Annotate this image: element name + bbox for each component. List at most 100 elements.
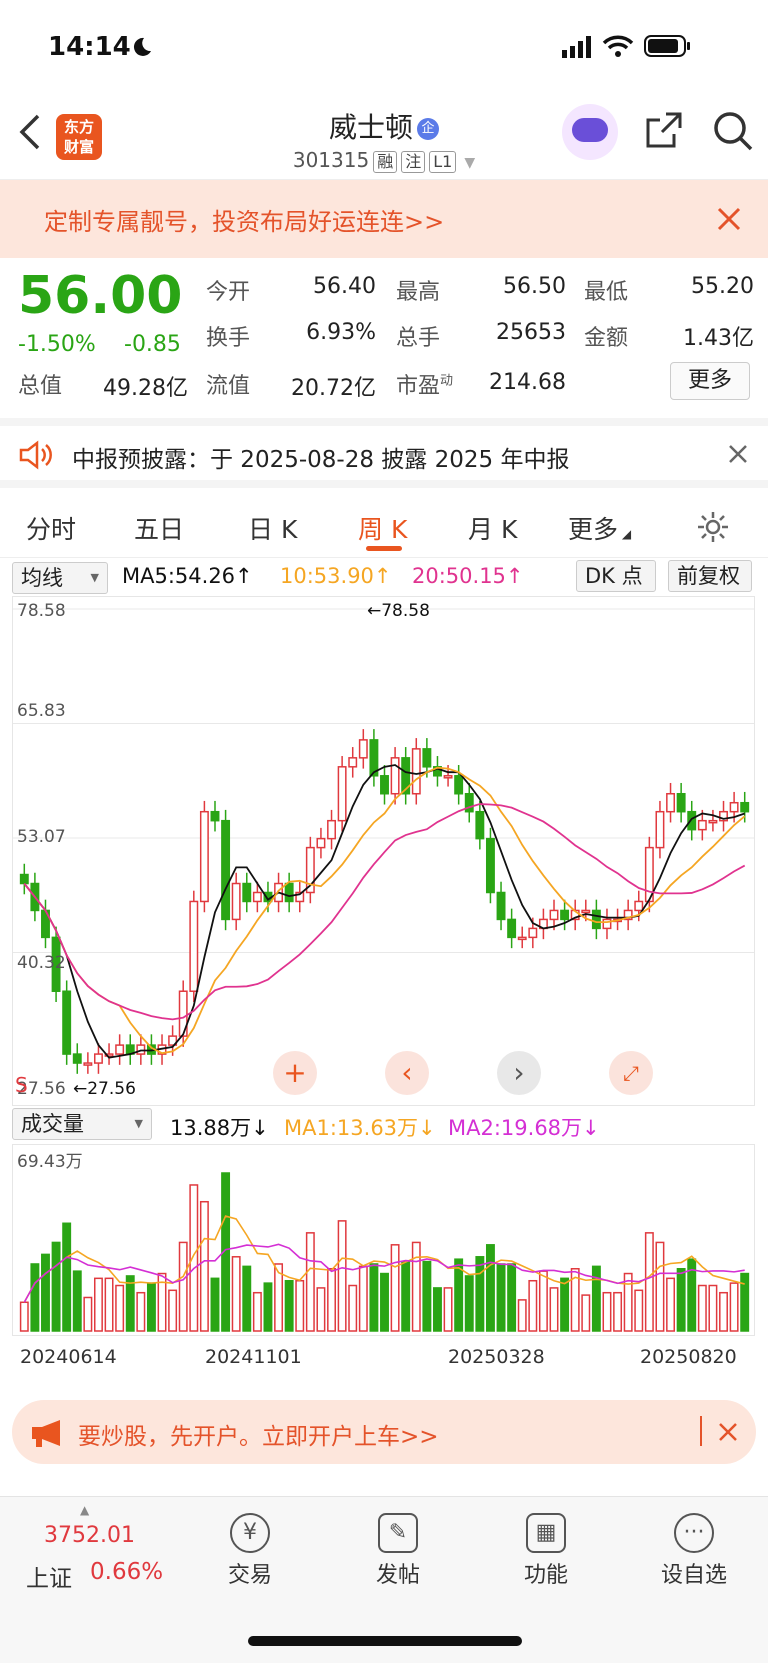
date-label: 20250820 bbox=[640, 1346, 737, 1368]
volume-bar bbox=[284, 1279, 294, 1332]
index-value[interactable]: 3752.01 bbox=[44, 1523, 135, 1548]
candle bbox=[528, 927, 538, 939]
date-label: 20241101 bbox=[205, 1346, 302, 1368]
candle bbox=[380, 775, 389, 795]
scroll-right-button[interactable]: › bbox=[497, 1051, 541, 1095]
tab-weekly-k[interactable]: 周 K bbox=[358, 510, 407, 546]
close-icon[interactable] bbox=[716, 206, 742, 232]
volume-bar bbox=[62, 1222, 72, 1332]
date-label: 20250328 bbox=[448, 1346, 545, 1368]
volume-bar bbox=[369, 1263, 379, 1332]
volume-bar bbox=[93, 1277, 103, 1332]
sell-mark: S bbox=[15, 1073, 28, 1097]
nav-functions[interactable]: ▦ 功能 bbox=[486, 1513, 606, 1589]
battery-icon bbox=[644, 35, 690, 57]
change-amount: -0.85 bbox=[124, 332, 181, 357]
quote-panel: 56.00 -1.50% -0.85 总值 49.28亿 今开 56.40 最高… bbox=[0, 258, 768, 418]
candle bbox=[337, 766, 347, 822]
date-label: 20240614 bbox=[20, 1346, 117, 1368]
volume-bar bbox=[666, 1277, 676, 1332]
share-icon[interactable] bbox=[644, 110, 684, 150]
volume-bar bbox=[146, 1282, 156, 1332]
megaphone-icon bbox=[32, 1420, 60, 1447]
index-name[interactable]: 上证 bbox=[26, 1559, 72, 1593]
candle bbox=[210, 810, 220, 822]
volume-max-label: 69.43万 bbox=[17, 1152, 83, 1172]
promo-text: 定制专属靓号，投资布局好运连连>> bbox=[44, 208, 445, 236]
settings-gear-icon[interactable] bbox=[696, 510, 730, 544]
volume-bar bbox=[231, 1256, 241, 1332]
volume-chart[interactable]: 69.43万 bbox=[12, 1144, 755, 1336]
volume-bar bbox=[210, 1277, 220, 1332]
kline-chart[interactable]: 78.58 65.83 53.07 40.32 27.56 ←78.58 ←27… bbox=[12, 596, 755, 1106]
volume-bar bbox=[485, 1244, 495, 1332]
tab-monthly-k[interactable]: 月 K bbox=[468, 510, 517, 546]
index-pct[interactable]: 0.66% bbox=[90, 1559, 163, 1585]
fullscreen-button[interactable]: ⤢ bbox=[609, 1051, 653, 1095]
adjust-select[interactable]: 前复权 bbox=[668, 560, 752, 592]
tab-more[interactable]: 更多 ◢ bbox=[568, 510, 631, 546]
last-price: 56.00 bbox=[18, 266, 183, 326]
close-icon[interactable] bbox=[718, 1422, 738, 1442]
volume-value: 25653 bbox=[496, 320, 566, 345]
enterprise-badge-icon: 企 bbox=[417, 118, 439, 140]
turnover-value: 6.93% bbox=[306, 320, 376, 345]
volume-bar bbox=[19, 1301, 29, 1332]
indicator-select[interactable]: 均线 ▼ bbox=[12, 562, 108, 594]
assistant-avatar[interactable] bbox=[562, 104, 618, 160]
volume-ma2: MA2:19.68万↓ bbox=[448, 1116, 600, 1140]
nav-post[interactable]: ✎ 发帖 bbox=[338, 1513, 458, 1589]
speaker-icon bbox=[19, 440, 52, 470]
high-label: 最高 bbox=[396, 280, 441, 305]
volume-bar bbox=[348, 1284, 358, 1332]
volume-bar bbox=[613, 1291, 623, 1332]
candle bbox=[581, 909, 591, 914]
candle bbox=[19, 873, 29, 885]
open-label: 今开 bbox=[206, 280, 251, 305]
search-icon[interactable] bbox=[712, 110, 754, 152]
tab-intraday[interactable]: 分时 bbox=[26, 510, 76, 546]
scroll-left-button[interactable]: ‹ bbox=[385, 1051, 429, 1095]
volume-value: 13.88万↓ bbox=[170, 1116, 269, 1140]
ad-text: 要炒股，先开户。立即开户上车>> bbox=[78, 1424, 439, 1450]
sub-indicator-select[interactable]: 成交量 ▼ bbox=[12, 1108, 152, 1140]
volume-bar bbox=[337, 1220, 347, 1332]
stock-code[interactable]: 301315 融注 L1 ▼ bbox=[0, 148, 768, 173]
candle bbox=[729, 801, 739, 813]
more-button[interactable]: 更多 bbox=[670, 362, 750, 400]
zoom-in-button[interactable]: + bbox=[273, 1051, 317, 1095]
kline-svg bbox=[13, 608, 754, 1074]
candle bbox=[454, 775, 464, 795]
amount-label: 金额 bbox=[584, 326, 629, 351]
nav-add-watchlist[interactable]: ··· 设自选 bbox=[634, 1513, 754, 1589]
volume-bar bbox=[252, 1291, 262, 1332]
volume-bar bbox=[443, 1287, 453, 1332]
candle bbox=[422, 748, 432, 768]
volume-bar bbox=[51, 1241, 61, 1332]
candle bbox=[485, 837, 495, 894]
pe-value: 214.68 bbox=[489, 370, 566, 395]
volume-bar bbox=[189, 1184, 199, 1332]
volume-bar bbox=[496, 1263, 506, 1332]
candle bbox=[549, 909, 559, 921]
promo-banner[interactable]: 定制专属靓号，投资布局好运连连>> bbox=[0, 180, 768, 258]
tab-daily-k[interactable]: 日 K bbox=[248, 510, 297, 546]
dk-point-select[interactable]: DK 点 bbox=[576, 560, 656, 592]
close-icon[interactable] bbox=[728, 444, 748, 464]
open-account-ad[interactable]: 要炒股，先开户。立即开户上车>> bbox=[12, 1400, 756, 1464]
volume-bar bbox=[591, 1265, 601, 1332]
volume-bar bbox=[295, 1279, 305, 1332]
candle bbox=[72, 1053, 82, 1064]
moon-icon bbox=[133, 37, 151, 56]
change-pct: -1.50% bbox=[18, 332, 96, 357]
report-notice[interactable]: 中报预披露：于 2025-08-28 披露 2025 年中报 bbox=[0, 418, 768, 488]
chevron-down-icon: ▼ bbox=[464, 155, 476, 171]
volume-bar bbox=[740, 1272, 750, 1332]
volume-bar bbox=[475, 1256, 485, 1332]
volume-bar bbox=[72, 1270, 82, 1332]
tab-five-day[interactable]: 五日 bbox=[134, 510, 184, 546]
open-value: 56.40 bbox=[313, 274, 376, 299]
ma20-value: 20:50.15↑ bbox=[412, 564, 524, 588]
nav-trade[interactable]: ¥ 交易 bbox=[190, 1513, 310, 1589]
candle bbox=[517, 936, 527, 941]
